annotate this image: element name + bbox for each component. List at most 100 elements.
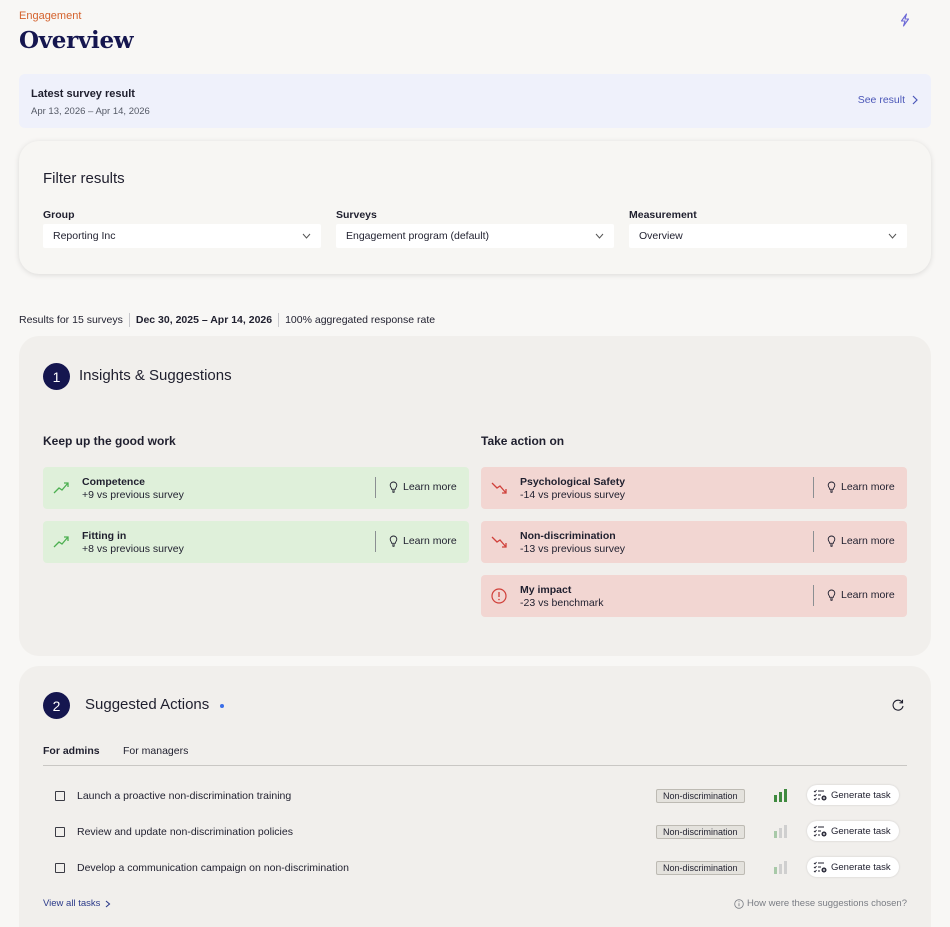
measurement-select-value: Overview xyxy=(639,230,683,242)
learn-more-label: Learn more xyxy=(841,589,895,601)
insight-divider xyxy=(813,585,814,606)
filter-surveys: Surveys Engagement program (default) xyxy=(336,209,614,248)
filter-group: Group Reporting Inc xyxy=(43,209,321,248)
insight-delta: +8 vs previous survey xyxy=(82,543,184,555)
learn-more-label: Learn more xyxy=(841,481,895,493)
trend-up-icon xyxy=(53,482,69,494)
task-checkbox[interactable] xyxy=(55,791,65,801)
chevron-down-icon xyxy=(595,233,604,239)
generate-task-label: Generate task xyxy=(831,825,891,837)
trend-down-icon xyxy=(491,482,507,494)
view-all-tasks-label: View all tasks xyxy=(43,898,101,909)
take-action-title: Take action on xyxy=(481,434,565,448)
chevron-right-icon xyxy=(106,900,111,907)
task-list-add-icon xyxy=(813,861,827,873)
task-row: Develop a communication campaign on non-… xyxy=(43,856,907,880)
learn-more-button[interactable]: Learn more xyxy=(389,481,457,493)
insight-row-fitting-in: Fitting in +8 vs previous survey Learn m… xyxy=(43,521,469,563)
task-checkbox[interactable] xyxy=(55,863,65,873)
learn-more-label: Learn more xyxy=(841,535,895,547)
results-divider xyxy=(278,313,280,327)
good-work-title: Keep up the good work xyxy=(43,434,176,448)
latest-survey-label: Latest survey result xyxy=(31,88,135,100)
lightbulb-icon xyxy=(827,481,836,493)
measurement-select[interactable]: Overview xyxy=(629,224,907,248)
view-all-tasks-link[interactable]: View all tasks xyxy=(43,898,111,909)
generate-task-button[interactable]: Generate task xyxy=(807,821,899,841)
learn-more-label: Learn more xyxy=(403,481,457,493)
trend-up-icon xyxy=(53,536,69,548)
results-rate: 100% aggregated response rate xyxy=(285,314,436,326)
chevron-right-icon xyxy=(912,95,918,105)
task-row: Review and update non-discrimination pol… xyxy=(43,820,907,844)
task-tag: Non-discrimination xyxy=(656,861,745,875)
results-summary: Results for 15 surveys Dec 30, 2025 – Ap… xyxy=(19,313,435,327)
generate-task-label: Generate task xyxy=(831,789,891,801)
tab-for-admins[interactable]: For admins xyxy=(43,745,100,757)
insight-row-my-impact: My impact -23 vs benchmark Learn more xyxy=(481,575,907,617)
learn-more-button[interactable]: Learn more xyxy=(827,589,895,601)
insight-name: Non-discrimination xyxy=(520,530,616,542)
new-indicator-dot xyxy=(220,704,224,708)
lightbulb-icon xyxy=(389,481,398,493)
alert-circle-icon xyxy=(491,588,507,604)
bolt-icon[interactable] xyxy=(898,13,912,27)
results-divider xyxy=(128,313,130,327)
group-select[interactable]: Reporting Inc xyxy=(43,224,321,248)
suggested-actions-card: 2 Suggested Actions For admins For manag… xyxy=(19,666,931,927)
step-badge: 1 xyxy=(43,363,70,390)
surveys-label: Surveys xyxy=(336,209,377,221)
bar-strength-icon xyxy=(774,861,787,874)
task-name: Develop a communication campaign on non-… xyxy=(77,862,349,874)
surveys-select-value: Engagement program (default) xyxy=(346,230,489,242)
insight-name: Fitting in xyxy=(82,530,127,542)
filter-measurement: Measurement Overview xyxy=(629,209,907,248)
insight-delta: -13 vs previous survey xyxy=(520,543,626,555)
task-tag: Non-discrimination xyxy=(656,789,745,803)
how-chosen-link[interactable]: How were these suggestions chosen? xyxy=(734,898,907,909)
results-range: Dec 30, 2025 – Apr 14, 2026 xyxy=(135,314,273,326)
insight-name: Competence xyxy=(82,476,146,488)
insights-card: 1 Insights & Suggestions Keep up the goo… xyxy=(19,336,931,656)
suggested-actions-title: Suggested Actions xyxy=(85,696,210,713)
generate-task-button[interactable]: Generate task xyxy=(807,857,899,877)
tab-for-managers[interactable]: For managers xyxy=(123,745,188,757)
measurement-label: Measurement xyxy=(629,209,697,221)
see-result-link[interactable]: See result xyxy=(858,94,919,106)
insight-divider xyxy=(375,531,376,552)
group-select-value: Reporting Inc xyxy=(53,230,116,242)
bar-strength-icon xyxy=(774,789,787,802)
action-tabs: For admins For managers xyxy=(43,745,907,766)
lightbulb-icon xyxy=(389,535,398,547)
task-checkbox[interactable] xyxy=(55,827,65,837)
learn-more-button[interactable]: Learn more xyxy=(827,481,895,493)
task-list-add-icon xyxy=(813,789,827,801)
results-count: Results for 15 surveys xyxy=(19,314,123,326)
insight-delta: -23 vs benchmark xyxy=(520,597,604,609)
surveys-select[interactable]: Engagement program (default) xyxy=(336,224,614,248)
refresh-icon[interactable] xyxy=(891,698,905,712)
bar-strength-icon xyxy=(774,825,787,838)
insights-title: Insights & Suggestions xyxy=(79,367,232,384)
insight-divider xyxy=(813,477,814,498)
insight-row-non-discrimination: Non-discrimination -13 vs previous surve… xyxy=(481,521,907,563)
latest-survey-banner: Latest survey result Apr 13, 2026 – Apr … xyxy=(19,74,931,128)
task-list-add-icon xyxy=(813,825,827,837)
info-circle-icon xyxy=(734,898,744,909)
insight-row-competence: Competence +9 vs previous survey Learn m… xyxy=(43,467,469,509)
chevron-down-icon xyxy=(302,233,311,239)
see-result-label: See result xyxy=(857,94,905,106)
trend-down-icon xyxy=(491,536,507,548)
generate-task-button[interactable]: Generate task xyxy=(807,785,899,805)
task-name: Review and update non-discrimination pol… xyxy=(77,826,293,838)
insight-divider xyxy=(813,531,814,552)
learn-more-button[interactable]: Learn more xyxy=(827,535,895,547)
latest-survey-dates: Apr 13, 2026 – Apr 14, 2026 xyxy=(31,106,150,117)
generate-task-label: Generate task xyxy=(831,861,891,873)
page-title: Overview xyxy=(19,27,134,54)
learn-more-label: Learn more xyxy=(403,535,457,547)
learn-more-button[interactable]: Learn more xyxy=(389,535,457,547)
page-eyebrow: Engagement xyxy=(19,10,82,22)
insight-row-psychological-safety: Psychological Safety -14 vs previous sur… xyxy=(481,467,907,509)
task-row: Launch a proactive non-discrimination tr… xyxy=(43,784,907,808)
